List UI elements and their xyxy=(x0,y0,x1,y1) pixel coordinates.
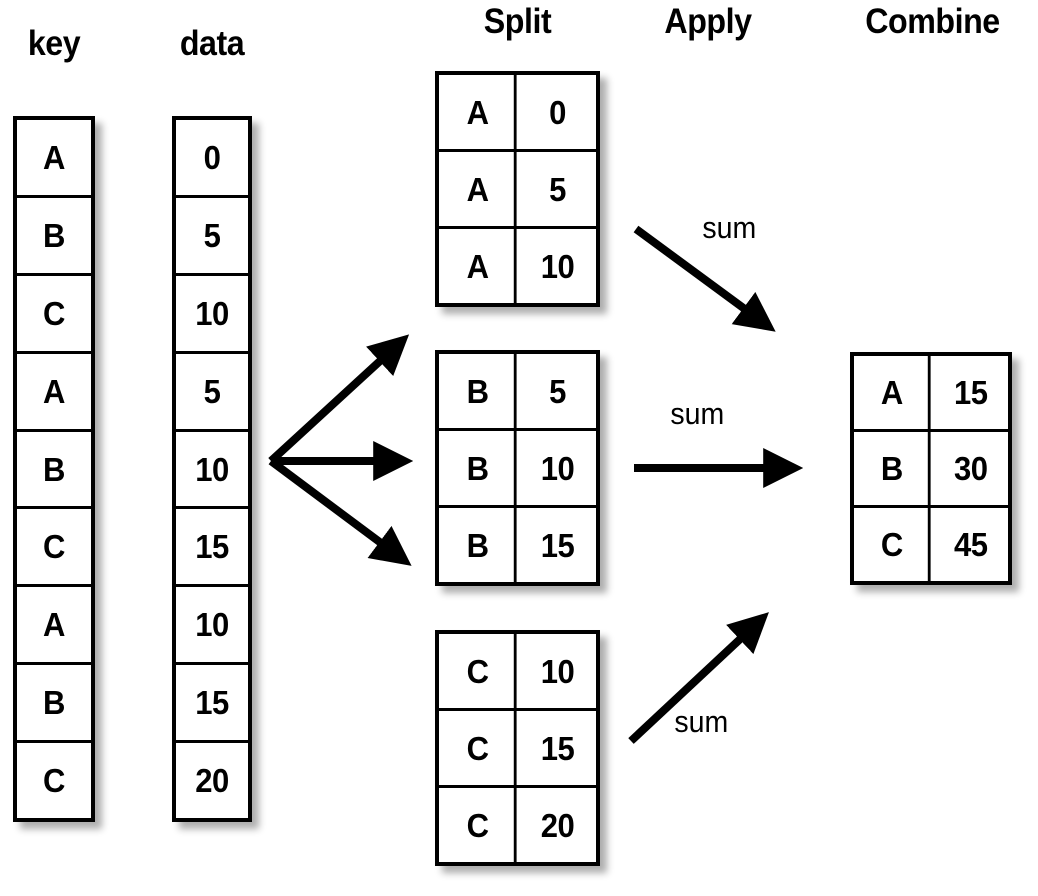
table-row: B 10 xyxy=(439,431,596,508)
key-cell: B xyxy=(441,354,517,428)
value-cell: 45 xyxy=(953,526,988,563)
key-column-table: A B C A B C A B C xyxy=(13,116,95,822)
data-column-row: 5 xyxy=(176,354,248,432)
key-column-row: A xyxy=(17,354,91,432)
data-column-row: 0 xyxy=(176,120,248,198)
table-row: A 10 xyxy=(439,229,596,303)
key-cell: A xyxy=(856,356,931,429)
key-column-row: B xyxy=(17,198,91,276)
value-cell: 20 xyxy=(540,806,575,844)
data-column-row: 10 xyxy=(176,432,248,510)
key-column-row: C xyxy=(17,509,91,588)
value-cell: 15 xyxy=(540,526,575,564)
table-row: A0 xyxy=(439,75,596,152)
key-cell: B xyxy=(43,450,65,488)
data-cell: 20 xyxy=(195,762,229,800)
key-cell: A xyxy=(43,138,65,176)
key-cell: A xyxy=(43,606,65,644)
key-column-row: C xyxy=(17,276,91,354)
key-column-row: B xyxy=(17,432,91,510)
data-column-heading: data xyxy=(179,24,245,63)
value-cell: 10 xyxy=(540,652,575,690)
table-row: C 20 xyxy=(439,788,596,862)
data-column-table: 0 5 10 5 10 15 10 15 20 xyxy=(172,116,252,822)
key-cell: A xyxy=(441,75,517,149)
key-cell: C xyxy=(441,634,517,708)
data-cell: 10 xyxy=(195,294,229,332)
apply-heading: Apply xyxy=(664,2,752,41)
value-cell: 5 xyxy=(549,372,566,410)
value-cell: 5 xyxy=(549,170,566,208)
split-table-group-c: C 10 C 15 C 20 xyxy=(435,630,600,866)
data-column-row: 10 xyxy=(176,276,248,354)
split-arrow-to-group-c xyxy=(268,457,412,566)
split-table-group-a: A 0 A 5 A 10 xyxy=(435,71,600,307)
value-cell: 15 xyxy=(540,729,575,767)
table-row: C 10 xyxy=(439,634,596,711)
key-cell: B xyxy=(856,432,931,505)
table-row: A 15 xyxy=(854,356,1008,432)
table-row: B 15 xyxy=(439,508,596,582)
table-row: B 30 xyxy=(854,432,1008,508)
table-row: C 45 xyxy=(854,508,1008,581)
key-cell: C xyxy=(43,762,65,800)
key-cell: B xyxy=(43,216,65,254)
key-column-row: B xyxy=(17,665,91,744)
data-column-row: 20 xyxy=(176,743,248,818)
key-cell: B xyxy=(43,684,65,722)
data-column-row: 15 xyxy=(176,665,248,744)
key-cell: A xyxy=(441,229,517,303)
value-cell: 30 xyxy=(953,450,988,487)
apply-label-group-c: sum xyxy=(674,704,729,739)
combine-table: A 15 B 30 C 45 xyxy=(850,352,1012,585)
table-row: C 15 xyxy=(439,711,596,788)
data-column-row: 10 xyxy=(176,587,248,666)
value-cell: 15 xyxy=(953,374,988,411)
split-heading: Split xyxy=(483,2,552,41)
key-cell: B xyxy=(441,508,517,582)
data-cell: 5 xyxy=(203,216,221,254)
data-column-row: 15 xyxy=(176,509,248,588)
key-cell: A xyxy=(441,152,517,226)
key-column-row: A xyxy=(17,587,91,666)
data-cell: 10 xyxy=(195,450,229,488)
key-cell: B xyxy=(441,431,517,505)
data-cell: 5 xyxy=(203,372,221,410)
key-cell: A xyxy=(43,372,65,410)
key-column-row: A xyxy=(17,120,91,198)
table-row: B5 xyxy=(439,354,596,431)
value-cell: 10 xyxy=(540,449,575,487)
apply-label-group-a: sum xyxy=(702,210,757,245)
data-cell: 15 xyxy=(195,684,229,722)
data-column-row: 5 xyxy=(176,198,248,276)
key-cell: C xyxy=(43,528,65,566)
key-cell: C xyxy=(856,508,931,581)
key-cell: C xyxy=(441,711,517,785)
key-cell: C xyxy=(441,788,517,862)
data-cell: 15 xyxy=(195,528,229,566)
value-cell: 0 xyxy=(549,93,566,131)
value-cell: 10 xyxy=(540,247,575,285)
data-cell: 10 xyxy=(195,606,229,644)
combine-heading: Combine xyxy=(865,2,1000,41)
table-row: A5 xyxy=(439,152,596,229)
split-table-group-b: B 5 B 10 B 15 xyxy=(435,350,600,586)
key-column-row: C xyxy=(17,743,91,818)
key-cell: C xyxy=(43,294,65,332)
key-column-heading: key xyxy=(27,24,81,63)
data-cell: 0 xyxy=(203,138,221,176)
split-arrow-to-group-a xyxy=(268,334,410,464)
apply-label-group-b: sum xyxy=(670,396,725,431)
